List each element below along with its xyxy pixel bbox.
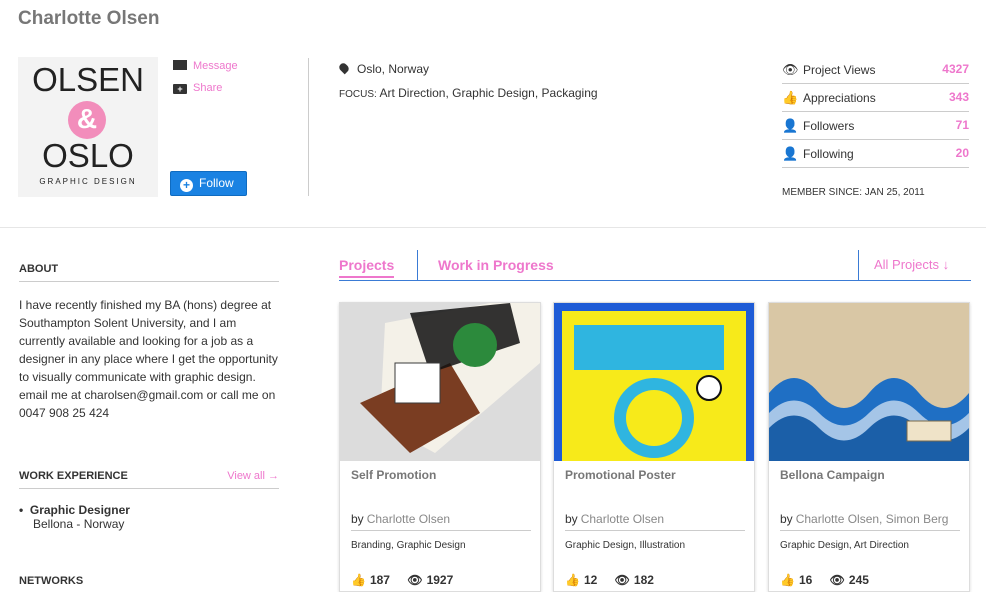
stats-list: 👁 Project Views 4327 👍 Appreciations 343 👤… xyxy=(782,56,969,168)
eye-icon: 👁 xyxy=(782,62,799,77)
stat-following[interactable]: 👤 Following 20 xyxy=(782,140,969,168)
tab-divider xyxy=(858,250,859,281)
likes-count: 12 xyxy=(583,573,598,587)
member-since: MEMBER SINCE: JAN 25, 2011 xyxy=(782,187,925,198)
author-link[interactable]: Charlotte Olsen xyxy=(581,512,664,526)
eye-icon: 👁 xyxy=(829,573,845,587)
project-counts: 👍 16 👁 245 xyxy=(780,573,873,587)
thumbs-up-icon: 👍 xyxy=(780,573,795,587)
work-experience-heading: WORK EXPERIENCE View all → xyxy=(19,470,279,489)
logo-tagline: GRAPHIC DESIGN xyxy=(39,177,137,186)
thumbs-up-icon: 👍 xyxy=(351,573,366,587)
project-thumbnail[interactable] xyxy=(554,303,754,461)
message-link[interactable]: Message xyxy=(173,60,238,72)
project-counts: 👍 187 👁 1927 xyxy=(351,573,457,587)
work-heading-text: WORK EXPERIENCE xyxy=(19,470,128,482)
project-title[interactable]: Self Promotion xyxy=(351,468,436,482)
thumbs-up-icon: 👍 xyxy=(565,573,580,587)
job-title: • Graphic Designer xyxy=(19,503,130,517)
logo-ampersand: & xyxy=(68,101,106,139)
focus-value: Art Direction, Graphic Design, Packaging xyxy=(379,86,598,100)
about-heading: ABOUT xyxy=(19,263,279,282)
by-label: by xyxy=(780,512,793,526)
follow-button[interactable]: + Follow xyxy=(170,171,247,196)
project-author: by Charlotte Olsen, Simon Berg xyxy=(780,512,960,531)
follow-label: Follow xyxy=(199,176,234,190)
views-count: 245 xyxy=(848,573,869,587)
job-company: Bellona - Norway xyxy=(33,517,125,531)
tab-projects[interactable]: Projects xyxy=(339,257,395,278)
stat-label: Followers xyxy=(803,119,855,133)
job-entry: • Graphic Designer Bellona - Norway xyxy=(19,503,130,531)
plus-icon: + xyxy=(173,84,187,94)
focus-label: FOCUS: xyxy=(339,89,377,100)
eye-icon: 👁 xyxy=(614,573,630,587)
stat-value: 4327 xyxy=(942,62,969,76)
view-all-link[interactable]: View all → xyxy=(227,470,279,482)
project-title[interactable]: Bellona Campaign xyxy=(780,468,885,482)
project-card[interactable]: Bellona Campaign by Charlotte Olsen, Simo… xyxy=(768,302,970,592)
project-counts: 👍 12 👁 182 xyxy=(565,573,658,587)
views-count: 1927 xyxy=(426,573,454,587)
job-title-text: Graphic Designer xyxy=(29,503,130,517)
project-tabs: Projects Work in Progress All Projects ↓ xyxy=(339,250,971,281)
project-card[interactable]: Promotional Poster by Charlotte Olsen Gra… xyxy=(553,302,755,592)
map-pin-icon xyxy=(337,61,351,75)
project-thumbnail[interactable] xyxy=(769,303,969,461)
networks-heading: NETWORKS xyxy=(19,575,84,587)
user-icon: 👤 xyxy=(782,118,799,133)
stat-value: 20 xyxy=(955,146,969,160)
project-author: by Charlotte Olsen xyxy=(351,512,531,531)
focus: FOCUS: Art Direction, Graphic Design, Pa… xyxy=(339,86,598,100)
author-link[interactable]: Charlotte Olsen, Simon Berg xyxy=(796,512,949,526)
eye-icon: 👁 xyxy=(407,573,423,587)
share-link[interactable]: + Share xyxy=(173,82,222,94)
location-text: Oslo, Norway xyxy=(357,62,430,76)
logo-line1: OLSEN xyxy=(32,61,144,98)
by-label: by xyxy=(351,512,364,526)
project-fields: Graphic Design, Art Direction xyxy=(780,540,909,551)
location: Oslo, Norway xyxy=(337,61,430,76)
author-link[interactable]: Charlotte Olsen xyxy=(367,512,450,526)
stat-label: Following xyxy=(803,147,854,161)
stat-followers[interactable]: 👤 Followers 71 xyxy=(782,112,969,140)
project-thumbnail[interactable] xyxy=(340,303,540,461)
stat-label: Project Views xyxy=(803,63,876,77)
share-label: Share xyxy=(193,82,223,94)
stat-value: 71 xyxy=(955,118,969,132)
tab-divider xyxy=(417,250,418,281)
profile-header: Charlotte Olsen OLSEN & OSLO GRAPHIC DES… xyxy=(0,0,986,228)
profile-name: Charlotte Olsen xyxy=(18,8,160,29)
all-projects-dropdown[interactable]: All Projects ↓ xyxy=(874,257,949,272)
stat-project-views[interactable]: 👁 Project Views 4327 xyxy=(782,56,969,84)
project-card[interactable]: Self Promotion by Charlotte Olsen Brandin… xyxy=(339,302,541,592)
user-icon: 👤 xyxy=(782,146,799,161)
divider xyxy=(308,58,309,196)
envelope-icon xyxy=(173,60,187,70)
by-label: by xyxy=(565,512,578,526)
stat-appreciations[interactable]: 👍 Appreciations 343 xyxy=(782,84,969,112)
project-author: by Charlotte Olsen xyxy=(565,512,745,531)
logo-line2: OSLO xyxy=(42,137,134,174)
stat-value: 343 xyxy=(948,90,969,104)
project-fields: Graphic Design, Illustration xyxy=(565,540,686,551)
stat-label: Appreciations xyxy=(803,91,876,105)
profile-logo: OLSEN & OSLO GRAPHIC DESIGN xyxy=(18,57,158,197)
likes-count: 187 xyxy=(369,573,390,587)
project-title[interactable]: Promotional Poster xyxy=(565,468,676,482)
plus-circle-icon: + xyxy=(180,179,193,192)
tab-work-in-progress[interactable]: Work in Progress xyxy=(438,257,554,273)
message-label: Message xyxy=(193,60,238,72)
thumbs-up-icon: 👍 xyxy=(782,90,799,105)
likes-count: 16 xyxy=(798,573,813,587)
project-fields: Branding, Graphic Design xyxy=(351,540,466,551)
about-text: I have recently finished my BA (hons) de… xyxy=(19,298,278,420)
views-count: 182 xyxy=(633,573,654,587)
